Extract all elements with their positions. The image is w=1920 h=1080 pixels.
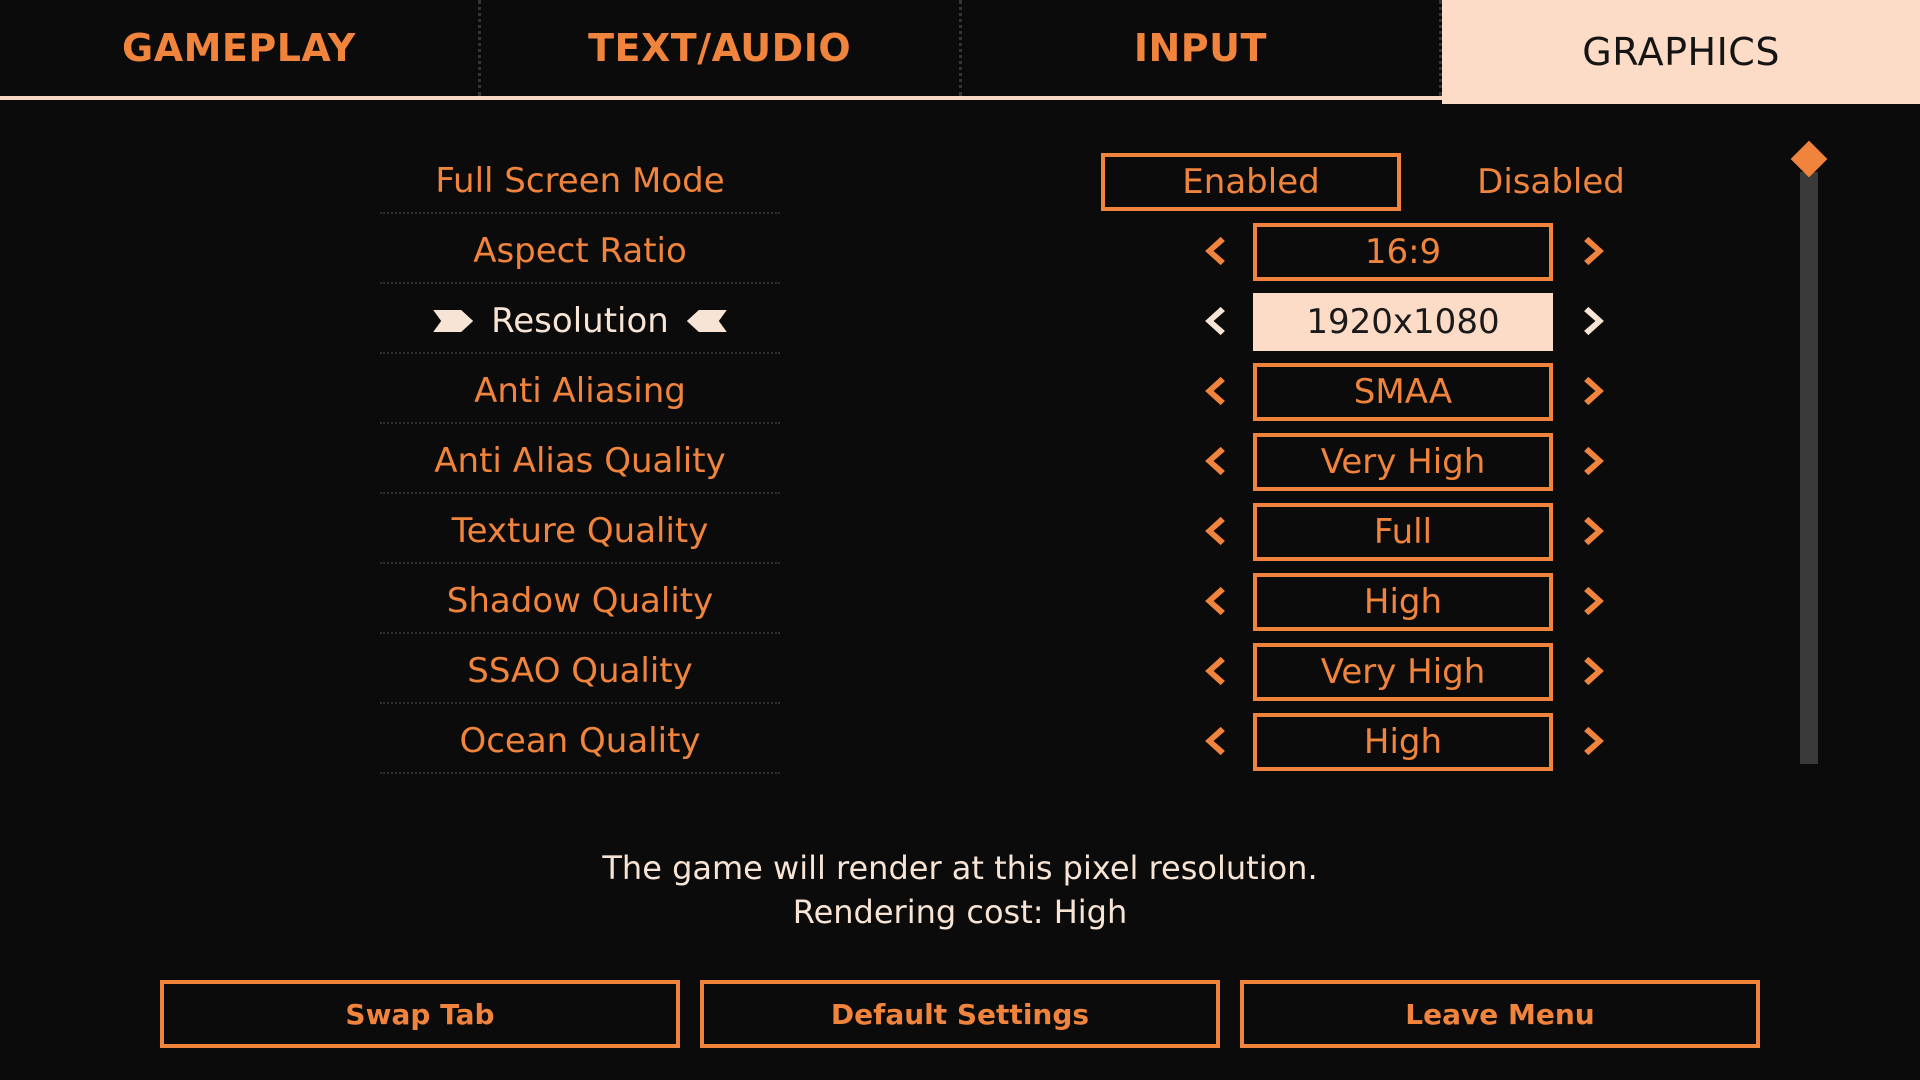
setting-row[interactable]: Aspect Ratio 16:9 (0, 220, 1920, 290)
setting-row[interactable]: SSAO Quality Very High (0, 640, 1920, 710)
setting-row[interactable]: Anti Alias Quality Very High (0, 430, 1920, 500)
chevron-right-icon[interactable] (1574, 721, 1614, 761)
setting-row[interactable]: Resolution 1920x1080 (0, 290, 1920, 360)
setting-value[interactable]: Very High (1253, 643, 1553, 701)
chevron-right-icon[interactable] (1574, 651, 1614, 691)
setting-value[interactable]: High (1253, 713, 1553, 771)
tab-text-audio[interactable]: TEXT/AUDIO (481, 0, 962, 96)
setting-label-text: Shadow Quality (446, 581, 714, 621)
description-line-1: The game will render at this pixel resol… (602, 849, 1318, 887)
setting-row-full-screen: Full Screen Mode Enabled Disabled (0, 150, 1920, 220)
setting-label: Resolution (380, 290, 780, 354)
description-line-2: Rendering cost: High (792, 893, 1128, 931)
tab-graphics[interactable]: GRAPHICS (1442, 0, 1920, 104)
setting-row[interactable]: Texture Quality Full (0, 500, 1920, 570)
chevron-left-icon[interactable] (1195, 441, 1235, 481)
setting-label-text: Ocean Quality (459, 721, 701, 761)
setting-label: Shadow Quality (380, 570, 780, 634)
pointer-marker-icon (686, 310, 727, 332)
setting-label: Texture Quality (380, 500, 780, 564)
tab-input[interactable]: INPUT (962, 0, 1443, 96)
setting-value[interactable]: Full (1253, 503, 1553, 561)
setting-value[interactable]: High (1253, 573, 1553, 631)
setting-value[interactable]: 1920x1080 (1253, 293, 1553, 351)
setting-label: Anti Alias Quality (380, 430, 780, 494)
chevron-left-icon[interactable] (1195, 301, 1235, 341)
chevron-left-icon[interactable] (1195, 371, 1235, 411)
chevron-right-icon[interactable] (1574, 231, 1614, 271)
setting-value[interactable]: 16:9 (1253, 223, 1553, 281)
setting-label-text: Anti Alias Quality (434, 441, 726, 481)
chevron-right-icon[interactable] (1574, 441, 1614, 481)
tab-bar: GAMEPLAY TEXT/AUDIO INPUT GRAPHICS (0, 0, 1920, 104)
setting-value[interactable]: SMAA (1253, 363, 1553, 421)
setting-row[interactable]: Anti Aliasing SMAA (0, 360, 1920, 430)
setting-row[interactable]: Ocean Quality High (0, 710, 1920, 780)
disabled-option[interactable]: Disabled (1401, 153, 1701, 211)
pointer-marker-icon (433, 310, 474, 332)
setting-label-text: SSAO Quality (467, 651, 693, 691)
enabled-option[interactable]: Enabled (1101, 153, 1401, 211)
setting-label-text: Anti Aliasing (474, 371, 686, 411)
setting-label-text: Aspect Ratio (473, 231, 687, 271)
tab-gameplay[interactable]: GAMEPLAY (0, 0, 481, 96)
chevron-right-icon[interactable] (1574, 581, 1614, 621)
chevron-right-icon[interactable] (1574, 371, 1614, 411)
setting-label: Full Screen Mode (380, 150, 780, 214)
setting-row[interactable]: Shadow Quality High (0, 570, 1920, 640)
swap-tab-button[interactable]: Swap Tab (160, 980, 680, 1048)
default-settings-button[interactable]: Default Settings (700, 980, 1220, 1048)
setting-label-text: Resolution (491, 301, 669, 341)
setting-description: The game will render at this pixel resol… (0, 846, 1920, 934)
setting-label: Ocean Quality (380, 710, 780, 774)
chevron-left-icon[interactable] (1195, 721, 1235, 761)
chevron-left-icon[interactable] (1195, 651, 1235, 691)
setting-label-text: Full Screen Mode (435, 161, 725, 201)
chevron-left-icon[interactable] (1195, 231, 1235, 271)
chevron-left-icon[interactable] (1195, 581, 1235, 621)
chevron-right-icon[interactable] (1574, 511, 1614, 551)
setting-label: SSAO Quality (380, 640, 780, 704)
scrollbar-track[interactable] (1800, 172, 1818, 764)
chevron-left-icon[interactable] (1195, 511, 1235, 551)
setting-label: Anti Aliasing (380, 360, 780, 424)
setting-label-text: Texture Quality (451, 511, 709, 551)
leave-menu-button[interactable]: Leave Menu (1240, 980, 1760, 1048)
setting-label: Aspect Ratio (380, 220, 780, 284)
chevron-right-icon[interactable] (1574, 301, 1614, 341)
setting-value[interactable]: Very High (1253, 433, 1553, 491)
